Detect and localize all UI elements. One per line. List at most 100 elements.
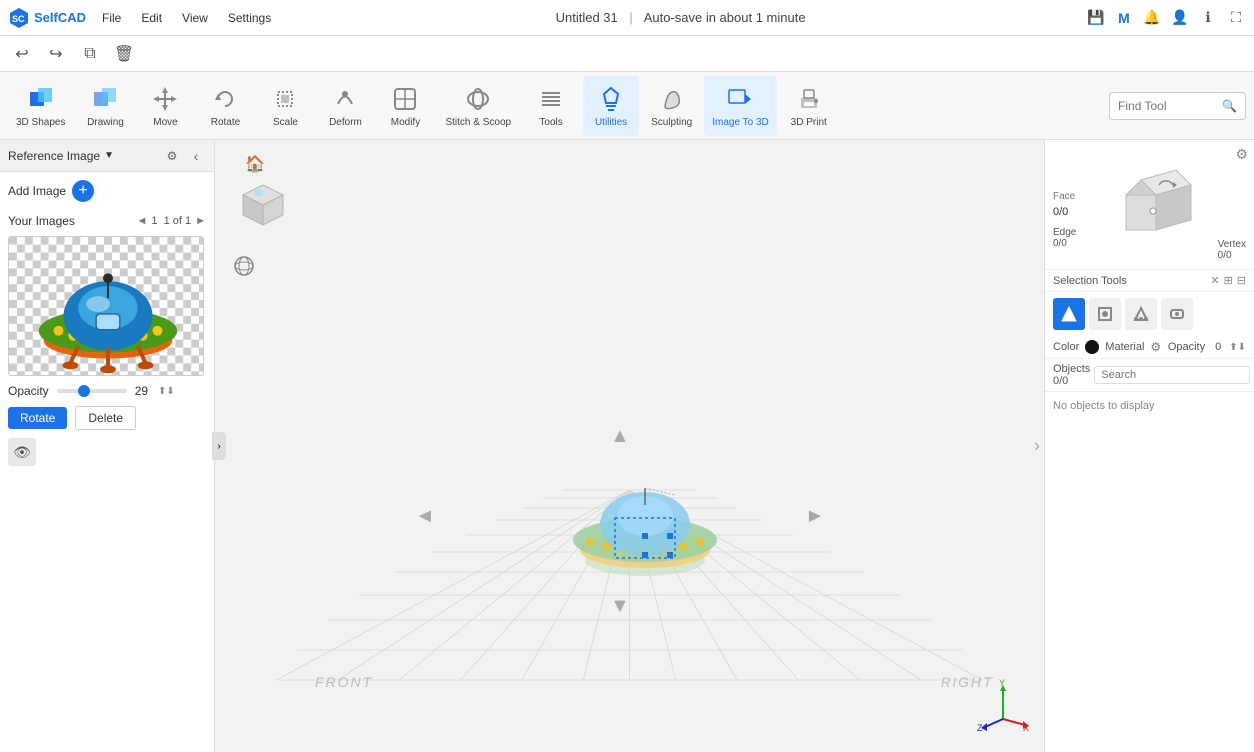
selection-tools-label: Selection Tools <box>1053 275 1127 287</box>
image-to-3d-icon <box>724 83 756 115</box>
objects-search-input[interactable] <box>1094 366 1250 384</box>
opacity-thumb[interactable] <box>78 385 90 397</box>
panel-collapse-btn[interactable]: ‹ <box>186 146 206 166</box>
visibility-toggle[interactable]: 👁 <box>8 438 36 466</box>
utilities-icon <box>595 83 627 115</box>
fullscreen-icon[interactable]: ⛶ <box>1226 8 1246 28</box>
undo-button[interactable]: ↩ <box>8 40 36 68</box>
tool-rotate[interactable]: Rotate <box>197 76 253 136</box>
material-label: Material <box>1105 341 1144 353</box>
sel-tool-icon-2[interactable]: ⊞ <box>1224 274 1233 287</box>
move-icon <box>149 83 181 115</box>
menu-view[interactable]: View <box>178 9 212 27</box>
svg-text:SC: SC <box>12 14 25 24</box>
menu-settings[interactable]: Settings <box>224 9 275 27</box>
menu-edit[interactable]: Edit <box>137 9 166 27</box>
delete-button[interactable]: 🗑 <box>110 40 138 68</box>
menu-file[interactable]: File <box>98 9 125 27</box>
viewport[interactable]: ▲ ▼ ◄ ► <box>215 140 1044 752</box>
save-icon[interactable]: 💾 <box>1086 8 1106 28</box>
user-icon[interactable]: 👤 <box>1170 8 1190 28</box>
tool-drawing[interactable]: Drawing <box>77 76 133 136</box>
scale-icon <box>269 83 301 115</box>
find-tool-container: 🔍 <box>1109 92 1246 120</box>
axis-indicator: Y X Z <box>977 679 1029 734</box>
svg-text:X: X <box>1023 723 1029 731</box>
opacity-row: Opacity 29 ⬆⬇ <box>0 380 214 402</box>
material-icon[interactable]: ⚙ <box>1150 340 1161 354</box>
tool-3d-shapes[interactable]: 3D Shapes <box>8 76 73 136</box>
selection-tools-header: Selection Tools ✕ ⊞ ⊟ <box>1045 270 1254 292</box>
svg-text:Y: Y <box>999 679 1005 688</box>
next-page-btn[interactable]: ► <box>195 215 206 227</box>
action-row: Rotate Delete <box>0 402 214 434</box>
nav-cube[interactable] <box>233 175 288 230</box>
left-panel-collapse-right[interactable]: › <box>212 432 226 460</box>
tool-modify[interactable]: Modify <box>377 76 433 136</box>
3d-cube-selector[interactable] <box>1121 165 1201 245</box>
tool-deform-label: Deform <box>329 117 362 128</box>
tool-sculpting-label: Sculpting <box>651 117 692 128</box>
opacity-slider[interactable] <box>57 389 127 393</box>
logo-icon: SC <box>8 7 30 29</box>
objects-count-label: Objects 0/0 <box>1053 363 1090 387</box>
info-icon[interactable]: ℹ <box>1198 8 1218 28</box>
object-select-btn[interactable] <box>1161 298 1193 330</box>
objects-header: Objects 0/0 🔍 ⚙ <box>1045 359 1254 392</box>
panel-settings-icon[interactable]: ⚙ <box>162 146 182 166</box>
tool-utilities[interactable]: Utilities <box>583 76 639 136</box>
sel-tool-icon-1[interactable]: ✕ <box>1210 274 1219 287</box>
tool-drawing-label: Drawing <box>87 117 124 128</box>
main-area: Reference Image ▼ ⚙ ‹ Add Image + Your I… <box>0 140 1254 752</box>
pagination: ◄ 1 1 of 1 ► <box>136 215 206 227</box>
notification-icon[interactable]: 🔔 <box>1142 8 1162 28</box>
page-info: 1 1 of 1 <box>151 215 191 227</box>
add-image-row: Add Image + <box>0 172 214 210</box>
tool-move[interactable]: Move <box>137 76 193 136</box>
opacity-stepper[interactable]: ⬆⬇ <box>158 386 175 397</box>
copy-button[interactable]: ⧉ <box>76 40 104 68</box>
edge-label: Edge <box>1053 227 1076 238</box>
menubar: SC SelfCAD File Edit View Settings Untit… <box>0 0 1254 36</box>
tool-image-to-3d[interactable]: Image To 3D <box>704 76 777 136</box>
opacity-stepper-right[interactable]: ⬆⬇ <box>1229 342 1246 353</box>
selection-tools-icons <box>1045 292 1254 336</box>
home-button[interactable]: 🏠 <box>245 154 265 174</box>
tool-scale[interactable]: Scale <box>257 76 313 136</box>
image-preview[interactable] <box>8 236 204 376</box>
autosave-status: Auto-save in about 1 minute <box>644 10 806 25</box>
tool-3d-print[interactable]: 3D Print <box>781 76 837 136</box>
right-panel-settings-icon[interactable]: ⚙ <box>1235 146 1248 163</box>
rotate-view-btn[interactable] <box>233 255 255 280</box>
redo-button[interactable]: ↪ <box>42 40 70 68</box>
rotate-button[interactable]: Rotate <box>8 407 67 429</box>
3d-print-icon <box>793 83 825 115</box>
prev-page-btn[interactable]: ◄ <box>136 215 147 227</box>
opacity-right-value: 0 <box>1215 341 1221 353</box>
opacity-value: 29 <box>135 384 148 398</box>
face-info: Face 0/0 <box>1053 191 1075 218</box>
nav-arrow-up[interactable]: ▲ <box>610 425 630 448</box>
axis-svg: Y X Z <box>977 679 1029 731</box>
tool-tools-label: Tools <box>539 117 562 128</box>
face-select-btn[interactable] <box>1125 298 1157 330</box>
find-tool-input[interactable] <box>1118 99 1218 113</box>
vertex-select-btn[interactable] <box>1053 298 1085 330</box>
tool-sculpting[interactable]: Sculpting <box>643 76 700 136</box>
tool-stitch-scoop[interactable]: Stitch & Scoop <box>437 76 519 136</box>
no-objects-label: No objects to display <box>1045 392 1254 420</box>
nav-arrow-right[interactable]: ► <box>805 505 825 528</box>
tool-tools[interactable]: Tools <box>523 76 579 136</box>
color-label: Color <box>1053 341 1079 353</box>
main-toolbar: 3D Shapes Drawing Move R <box>0 72 1254 140</box>
tool-deform[interactable]: Deform <box>317 76 373 136</box>
profile-icon[interactable]: M <box>1114 8 1134 28</box>
viewport-expand-right[interactable]: › <box>1034 436 1040 457</box>
svg-text:Z: Z <box>977 723 983 731</box>
sel-tool-icon-3[interactable]: ⊟ <box>1237 274 1246 287</box>
delete-image-button[interactable]: Delete <box>75 406 136 430</box>
edge-select-btn[interactable] <box>1089 298 1121 330</box>
add-image-button[interactable]: + <box>72 180 94 202</box>
color-swatch[interactable] <box>1085 340 1099 354</box>
nav-arrow-left[interactable]: ◄ <box>415 505 435 528</box>
